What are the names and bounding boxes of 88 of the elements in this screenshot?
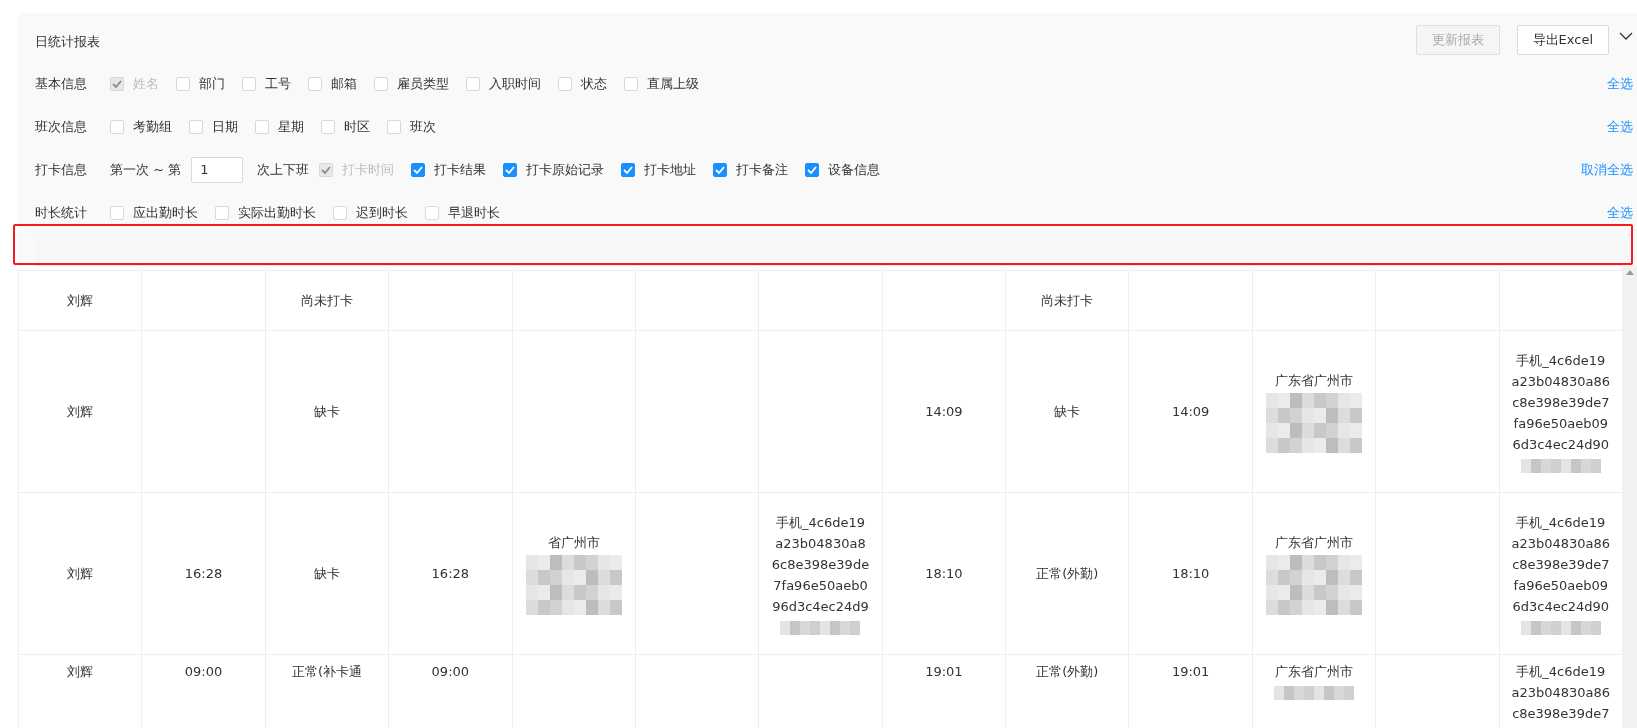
cell-text: 正常(补卡通	[291, 663, 362, 681]
cell-text: 尚未打卡	[300, 292, 353, 310]
range-label: 次上下班	[257, 160, 310, 179]
checkbox-label: 打卡备注	[736, 160, 789, 179]
select-all-link[interactable]: 全选	[1607, 203, 1633, 222]
checkbox-label: 工号	[265, 74, 291, 93]
range-label: 第一次 ~ 第	[110, 160, 182, 179]
cell-text: 正常(外勤)	[1036, 663, 1099, 681]
checkbox-label: 状态	[581, 74, 607, 93]
cell-text: 广东省广州市	[1275, 372, 1354, 390]
cell-text: 缺卡	[1054, 403, 1081, 421]
cell-text: 7fa96e50aeb0	[773, 577, 868, 595]
checkbox-label: 时区	[344, 117, 370, 136]
checkbox-label: 迟到时长	[356, 203, 408, 222]
report-title: 日统计报表	[35, 33, 101, 51]
scrollbar[interactable]	[1622, 265, 1637, 728]
cell-text: 18:10	[925, 565, 963, 583]
checkbox-label: 设备信息	[828, 160, 881, 179]
cell-text: 6d3c4ec24d90	[1512, 436, 1610, 454]
count-input[interactable]: 1	[191, 156, 244, 183]
cell-text: 96d3c4ec24d9	[772, 598, 869, 616]
select-all-link[interactable]: 全选	[1607, 74, 1633, 93]
group-label: 基本信息	[35, 74, 88, 93]
cell-text: 刘辉	[67, 403, 94, 421]
cell-text: 广东省广州市	[1275, 534, 1354, 552]
checkbox-label: 姓名	[133, 74, 159, 93]
group-label: 打卡信息	[35, 160, 88, 179]
checkbox-label: 班次	[410, 117, 436, 136]
cell-text: a23b04830a86	[1511, 535, 1611, 553]
checkbox-label: 入职时间	[489, 74, 541, 93]
cell-text: 刘辉	[67, 292, 94, 310]
checkbox-label: 雇员类型	[397, 74, 449, 93]
cell-text: a23b04830a86	[1511, 373, 1611, 391]
cell-text: 尚未打卡	[1041, 292, 1094, 310]
cell-text: 手机_4c6de19	[1516, 663, 1606, 681]
checkbox-label: 考勤组	[133, 117, 172, 136]
cell-text: 16:28	[184, 565, 223, 583]
cell-text: 省广州市	[547, 534, 600, 552]
checkbox[interactable]	[713, 162, 728, 177]
cell-text: 19:01	[925, 663, 963, 681]
cell-text: a23b04830a86	[1511, 684, 1611, 702]
cell-text: c8e398e39de7	[1512, 556, 1610, 574]
checkbox[interactable]	[805, 162, 820, 177]
select-all-link[interactable]: 全选	[1607, 117, 1633, 136]
checkbox-label: 应出勤时长	[133, 203, 198, 222]
cell-text: 手机_4c6de19	[1516, 514, 1606, 532]
checkbox[interactable]	[621, 162, 636, 177]
cell-text: 6d3c4ec24d90	[1512, 598, 1610, 616]
group-label: 时长统计	[35, 203, 88, 222]
cell-text: fa96e50aeb09	[1513, 577, 1608, 595]
cell-text: 广东省广州市	[1275, 663, 1354, 681]
cell-text: 正常(外勤)	[1036, 565, 1099, 583]
checkbox-label: 打卡时间	[342, 160, 395, 179]
checkbox-label: 实际出勤时长	[238, 203, 316, 222]
cell-text: fa96e50aeb09	[1513, 415, 1608, 433]
checkbox-label: 早退时长	[448, 203, 500, 222]
cell-text: 19:01	[1171, 663, 1210, 681]
checkbox-label: 直属上级	[647, 74, 699, 93]
checkbox-label: 日期	[212, 117, 238, 136]
checkbox-label: 打卡地址	[644, 160, 697, 179]
scroll-up-icon[interactable]	[1625, 269, 1634, 275]
cell-text: 16:28	[431, 565, 470, 583]
cell-text: 手机_4c6de19	[1516, 352, 1606, 370]
export-button[interactable]: 导出Excel	[1516, 25, 1609, 55]
checkbox-label: 打卡结果	[434, 160, 487, 179]
checkbox-label: 部门	[199, 74, 225, 93]
cell-text: a23b04830a8	[775, 535, 866, 553]
cell-text: 14:09	[925, 403, 963, 421]
cell-text: 18:10	[1171, 565, 1210, 583]
cell-text: 缺卡	[313, 403, 340, 421]
checkbox[interactable]	[503, 162, 518, 177]
select-all-link[interactable]: 取消全选	[1581, 160, 1633, 179]
cell-text: c8e398e39de7	[1512, 705, 1610, 723]
cell-text: 刘辉	[67, 663, 94, 681]
chevron-down-icon[interactable]	[1619, 31, 1633, 41]
cell-text: 14:09	[1171, 403, 1210, 421]
cell-text: 09:00	[431, 663, 470, 681]
checkbox[interactable]	[411, 162, 426, 177]
cell-text: 手机_4c6de19	[776, 514, 865, 532]
cell-text: 09:00	[184, 663, 223, 681]
checkbox-label: 星期	[278, 117, 304, 136]
group-label: 班次信息	[35, 117, 88, 136]
cell-text: 6c8e398e39de	[771, 556, 870, 574]
cell-text: c8e398e39de7	[1512, 394, 1610, 412]
cell-text: 刘辉	[67, 565, 94, 583]
cell-text: 缺卡	[313, 565, 340, 583]
checkbox-label: 邮箱	[331, 74, 357, 93]
checkbox-label: 打卡原始记录	[526, 160, 605, 179]
